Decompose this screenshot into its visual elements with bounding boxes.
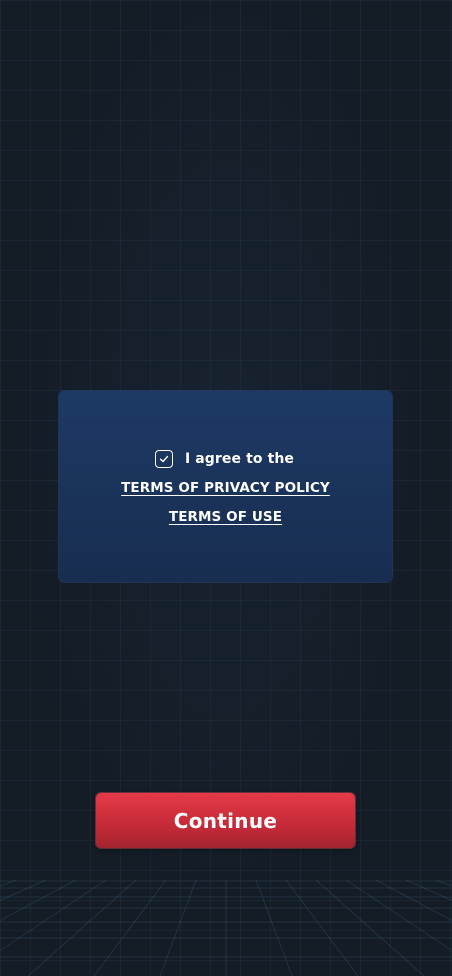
- privacy-policy-link[interactable]: TERMS OF PRIVACY POLICY: [59, 480, 392, 496]
- check-icon: [159, 455, 169, 463]
- agree-checkbox[interactable]: [154, 450, 173, 468]
- terms-of-use-link[interactable]: TERMS OF USE: [59, 509, 392, 525]
- agreement-card: I agree to the TERMS OF PRIVACY POLICY T…: [59, 391, 392, 582]
- perspective-grid-floor: [0, 880, 452, 976]
- agree-label: I agree to the: [184, 451, 295, 467]
- continue-button[interactable]: Continue: [96, 793, 355, 848]
- agree-row: I agree to the: [59, 449, 392, 469]
